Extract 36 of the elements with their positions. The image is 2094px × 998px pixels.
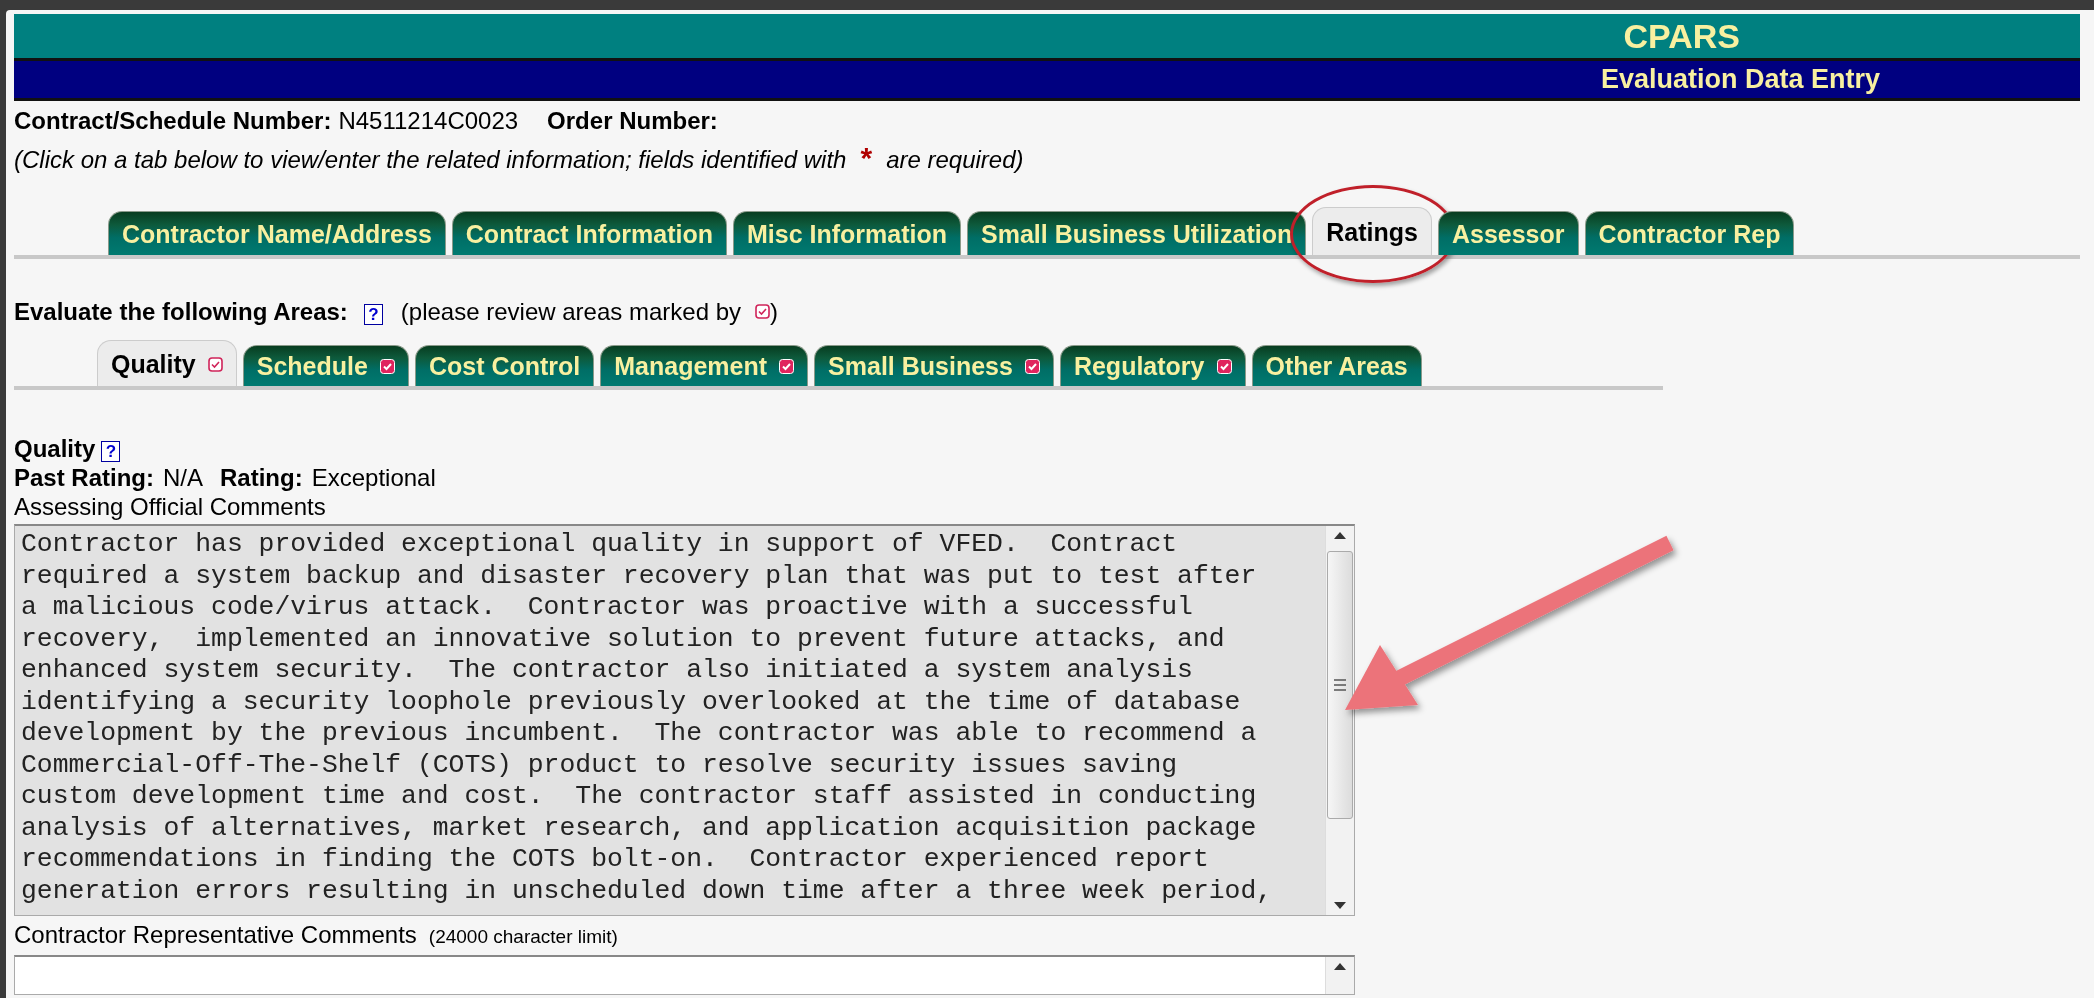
section-tab[interactable]: Misc Information xyxy=(733,211,962,255)
app-title: CPARS xyxy=(1623,16,1740,56)
section-label: Evaluate the following Areas: xyxy=(14,297,348,326)
field-value: Exceptional xyxy=(311,463,436,492)
field-label: Past Rating: xyxy=(14,463,154,492)
review-note: (please review areas marked by xyxy=(400,297,741,326)
page-subtitle: Evaluation Data Entry xyxy=(1600,64,1880,95)
field-label: Assessing Official Comments xyxy=(14,492,327,521)
help-icon[interactable]: ? xyxy=(363,304,383,325)
character-limit: (24000 character limit) xyxy=(428,925,618,949)
review-check-icon xyxy=(755,304,770,319)
area-tab[interactable]: Cost Control xyxy=(414,345,595,386)
field-label: Rating: xyxy=(220,463,303,492)
field-label: Order Number: xyxy=(547,106,718,135)
area-tab[interactable]: Small Business xyxy=(814,345,1054,386)
section-tab[interactable]: Contractor Name/Address xyxy=(108,211,446,255)
required-label: * xyxy=(860,143,873,172)
section-tab[interactable]: Ratings xyxy=(1312,207,1432,255)
field-label: Contractor Representative Comments xyxy=(14,920,417,949)
section-tab[interactable]: Small Business Utilization xyxy=(967,211,1307,255)
review-note: ) xyxy=(770,297,778,326)
area-tab[interactable]: Management xyxy=(600,345,809,386)
field-label: Contract/Schedule Number: xyxy=(14,106,332,135)
section-tab[interactable]: Contractor Rep xyxy=(1584,211,1795,255)
contract-number: N4511214C0023 xyxy=(338,106,519,135)
area-tab[interactable]: Other Areas xyxy=(1251,345,1422,386)
instructions-text: are required) xyxy=(886,145,1024,174)
instructions-text: (Click on a tab below to view/enter the related information; fields identified with xyxy=(14,145,847,174)
help-icon[interactable]: ? xyxy=(101,441,121,462)
area-tab[interactable]: Schedule xyxy=(242,345,409,386)
section-tab[interactable]: Contract Information xyxy=(451,211,728,255)
section-tab[interactable]: Assessor xyxy=(1437,211,1579,255)
area-tab[interactable]: Quality xyxy=(97,340,237,386)
section-title: Quality xyxy=(14,434,96,463)
area-tab[interactable]: Regulatory xyxy=(1059,345,1246,386)
field-value: N/A xyxy=(163,463,204,492)
